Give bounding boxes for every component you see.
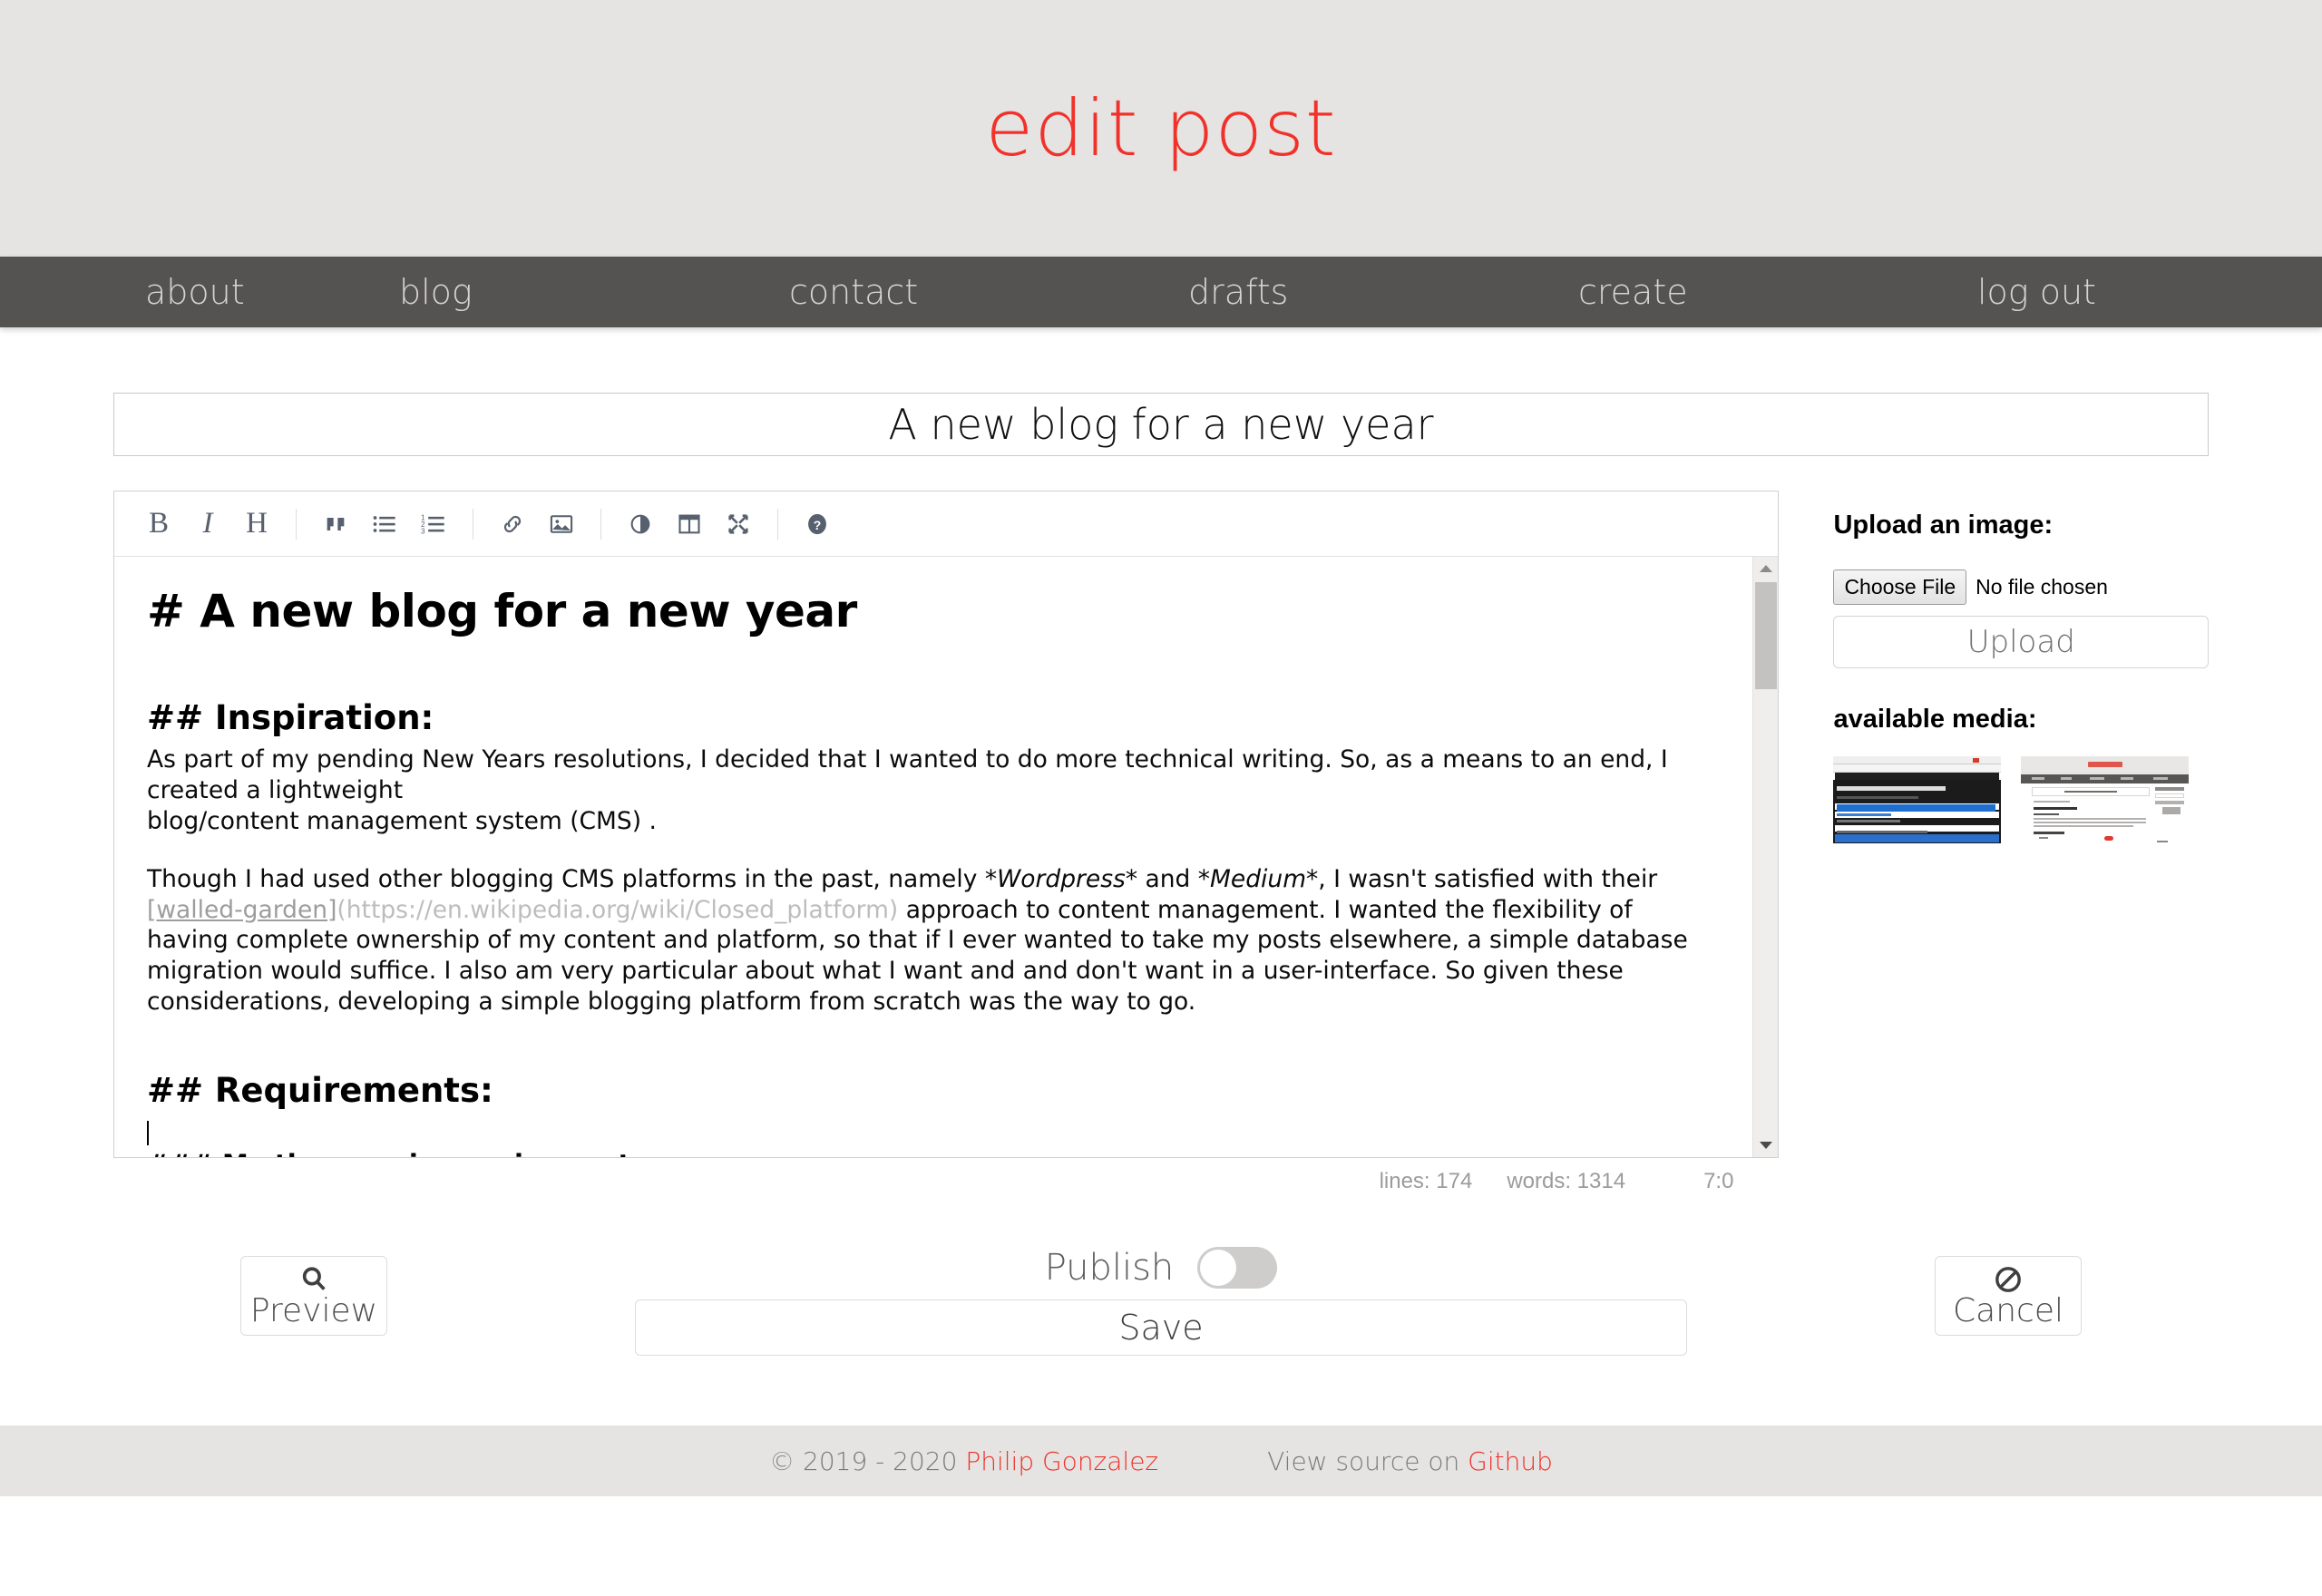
preview-icon[interactable]: [616, 501, 665, 547]
image-icon[interactable]: [537, 501, 586, 547]
ordered-list-icon[interactable]: 1 2 3: [409, 501, 458, 547]
bold-icon[interactable]: B: [134, 501, 183, 547]
view-source-text: View source on: [1267, 1445, 1460, 1476]
md-spacer: [147, 1017, 1711, 1045]
nav-item-contact[interactable]: contact: [789, 272, 1188, 312]
publish-toggle-row: Publish: [1045, 1247, 1278, 1289]
scroll-up-arrow-icon[interactable]: [1753, 557, 1778, 580]
ban-icon: [1995, 1267, 2021, 1292]
editor-text-area[interactable]: # A new blog for a new year ## Inspirati…: [114, 557, 1779, 1157]
upload-button[interactable]: Upload: [1833, 616, 2209, 668]
nav-item-log-out[interactable]: log out: [1977, 272, 2322, 312]
no-file-chosen-text: No file chosen: [1976, 575, 2108, 598]
page-footer: © 2019 - 2020 Philip Gonzalez View sourc…: [0, 1426, 2322, 1496]
view-source-block: View source on Github: [1267, 1446, 1553, 1476]
post-action-bar: Preview Publish Save Cancel: [113, 1247, 2209, 1365]
editor-vertical-scrollbar[interactable]: [1752, 557, 1779, 1157]
md-link-label[interactable]: [walled-garden]: [147, 896, 337, 924]
md-spacer: [147, 644, 1711, 672]
post-title-row: [113, 393, 2209, 456]
md-p2-part2: , I wasn't satisfied with their: [1318, 865, 1658, 894]
md-heading-requirements: ## Requirements:: [147, 1071, 493, 1111]
md-spacer: [147, 836, 1711, 864]
available-media-heading: available media:: [1833, 705, 2037, 734]
file-input-row: Choose File No file chosen: [1833, 569, 2209, 605]
link-icon[interactable]: [488, 501, 537, 547]
md-paragraph-1: As part of my pending New Years resoluti…: [147, 744, 1711, 836]
md-p1-line1: As part of my pending New Years resoluti…: [147, 745, 1668, 804]
media-thumbnail-1[interactable]: [1833, 756, 2002, 843]
status-words: words: 1314: [1507, 1169, 1626, 1193]
cancel-button-label: Cancel: [1953, 1292, 2063, 1329]
scrollbar-thumb[interactable]: [1755, 582, 1778, 689]
md-p2-part1: Though I had used other blogging CMS pla…: [147, 865, 985, 894]
md-heading-inspiration: ## Inspiration:: [147, 698, 434, 737]
page-masthead: edit post: [0, 0, 2322, 257]
media-sidebar: Upload an image: Choose File No file cho…: [1833, 491, 2209, 843]
side-by-side-icon[interactable]: [665, 501, 714, 547]
main-navigation: about blog contact drafts create log out: [0, 257, 2322, 327]
author-link[interactable]: Philip Gonzalez: [965, 1446, 1158, 1476]
md-cursor-line: [147, 1118, 1711, 1149]
text-cursor: [147, 1120, 149, 1145]
guide-icon[interactable]: ?: [793, 501, 842, 547]
scroll-down-arrow-icon[interactable]: [1753, 1134, 1778, 1157]
markdown-source-content: # A new blog for a new year ## Inspirati…: [114, 557, 1747, 1157]
svg-text:3: 3: [421, 527, 425, 535]
nav-item-about[interactable]: about: [0, 272, 399, 312]
heading-icon[interactable]: H: [232, 501, 281, 547]
editor-status-bar: lines: 174 words: 1314 7:0: [113, 1158, 1779, 1194]
md-p2-and: and: [1137, 865, 1198, 894]
copyright-block: © 2019 - 2020 Philip Gonzalez: [769, 1446, 1158, 1476]
quote-icon[interactable]: [311, 501, 360, 547]
md-heading-three-reqs: ### My three main requirements were:: [147, 1148, 1711, 1157]
publish-label: Publish: [1044, 1247, 1175, 1289]
editor-toolbar: B I H 1 2 3 ?: [114, 491, 1779, 557]
editor-column: B I H 1 2 3 ? # A new blog for a new yea…: [113, 491, 1780, 1194]
md-p1-line2: blog/content management system (CMS) .: [147, 806, 657, 835]
magnifier-icon: [302, 1267, 326, 1290]
save-button[interactable]: Save: [635, 1299, 1687, 1356]
publish-toggle-knob: [1200, 1250, 1237, 1286]
fullscreen-icon[interactable]: [714, 501, 763, 547]
md-p2-medium: *Medium*: [1197, 865, 1319, 894]
page-body: B I H 1: [0, 327, 2322, 1496]
status-cursor-position: 7:0: [1703, 1169, 1734, 1193]
upload-heading: Upload an image:: [1833, 511, 2054, 540]
italic-icon[interactable]: I: [183, 501, 232, 547]
nav-item-drafts[interactable]: drafts: [1188, 272, 1578, 312]
toolbar-divider-1: [296, 508, 297, 540]
github-link[interactable]: Github: [1468, 1446, 1553, 1476]
md-heading-1: # A new blog for a new year: [147, 585, 857, 637]
md-p2-wordpress: *Wordpress*: [984, 865, 1138, 894]
status-lines: lines: 174: [1379, 1169, 1473, 1193]
preview-button[interactable]: Preview: [240, 1256, 387, 1336]
editor-and-sidebar: B I H 1 2 3 ? # A new blog for a new yea…: [113, 491, 2209, 1194]
cancel-button[interactable]: Cancel: [1935, 1256, 2082, 1336]
toolbar-divider-3: [600, 508, 601, 540]
svg-text:?: ?: [814, 517, 822, 531]
choose-file-button[interactable]: Choose File: [1833, 569, 1967, 605]
nav-item-create[interactable]: create: [1578, 272, 1977, 312]
md-link-url: (https://en.wikipedia.org/wiki/Closed_pl…: [337, 895, 899, 924]
nav-item-blog[interactable]: blog: [399, 272, 789, 312]
copyright-text: © 2019 - 2020: [769, 1445, 958, 1476]
toolbar-divider-4: [777, 508, 778, 540]
md-paragraph-2: Though I had used other blogging CMS pla…: [147, 864, 1711, 1017]
available-media-list: [1833, 756, 2209, 843]
unordered-list-icon[interactable]: [360, 501, 409, 547]
preview-button-label: Preview: [249, 1292, 378, 1329]
markdown-editor: B I H 1 2 3 ? # A new blog for a new yea…: [113, 491, 1780, 1158]
page-title: edit post: [985, 83, 1337, 174]
post-title-input[interactable]: [113, 393, 2209, 456]
media-thumbnail-2[interactable]: [2021, 756, 2190, 843]
publish-and-save: Publish Save: [635, 1247, 1687, 1356]
publish-toggle[interactable]: [1197, 1247, 1278, 1289]
